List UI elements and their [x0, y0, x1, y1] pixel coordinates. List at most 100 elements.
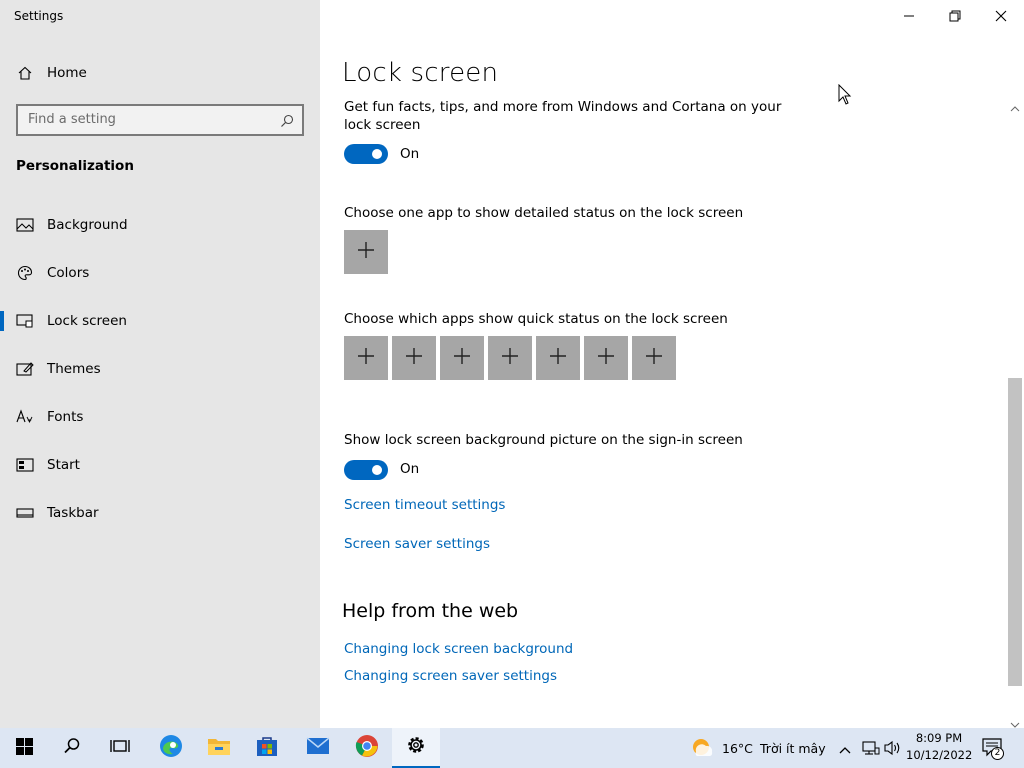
- action-center-button[interactable]: 2: [982, 738, 1004, 760]
- store-icon: [256, 735, 278, 761]
- plus-icon: [645, 347, 663, 369]
- close-icon: [995, 7, 1007, 26]
- fun-facts-toggle-state: On: [400, 146, 420, 162]
- home-icon: [16, 64, 34, 82]
- settings-app-button[interactable]: [392, 728, 440, 768]
- search-icon: [280, 113, 294, 127]
- sidebar-item-lock-screen[interactable]: Lock screen: [0, 301, 320, 341]
- plus-icon: [357, 241, 375, 263]
- quick-status-app-button[interactable]: [584, 336, 628, 380]
- mail-app-button[interactable]: [294, 728, 342, 768]
- edge-icon: [159, 734, 183, 762]
- start-icon: [16, 456, 34, 474]
- plus-icon: [501, 347, 519, 369]
- plus-icon: [357, 347, 375, 369]
- task-view-button[interactable]: [96, 728, 144, 768]
- themes-icon: [16, 360, 34, 378]
- close-button[interactable]: [978, 0, 1024, 32]
- quick-status-app-button[interactable]: [392, 336, 436, 380]
- taskbar: 16°C Trời ít mây 8:09 PM 10/12/2022 2: [0, 728, 1024, 768]
- fun-facts-toggle[interactable]: [344, 144, 388, 164]
- sidebar: Settings Home Find a setting Personaliza…: [0, 0, 320, 728]
- sidebar-item-label: Start: [47, 457, 80, 473]
- minimize-icon: [903, 7, 915, 26]
- file-explorer-icon: [207, 736, 231, 760]
- fun-facts-label: Get fun facts, tips, and more from Windo…: [344, 99, 782, 133]
- show-hidden-icons-icon[interactable]: [838, 741, 852, 760]
- signin-picture-label: Show lock screen background picture on t…: [344, 432, 743, 448]
- plus-icon: [597, 347, 615, 369]
- plus-icon: [453, 347, 471, 369]
- chrome-icon: [355, 734, 379, 762]
- system-clock[interactable]: 8:09 PM 10/12/2022: [906, 730, 972, 764]
- screen-timeout-link[interactable]: Screen timeout settings: [344, 497, 505, 513]
- quick-status-app-button[interactable]: [440, 336, 484, 380]
- sidebar-item-fonts[interactable]: Fonts: [0, 397, 320, 437]
- plus-icon: [405, 347, 423, 369]
- quick-status-app-button[interactable]: [632, 336, 676, 380]
- sidebar-item-label: Taskbar: [47, 505, 99, 521]
- restore-icon: [949, 7, 961, 26]
- settings-gear-icon: [405, 734, 427, 760]
- start-button[interactable]: [0, 728, 48, 768]
- scrollbar-thumb[interactable]: [1008, 378, 1022, 686]
- mouse-cursor-icon: [838, 83, 852, 110]
- app-title: Settings: [14, 9, 64, 23]
- sidebar-item-colors[interactable]: Colors: [0, 253, 320, 293]
- help-link-screen-saver[interactable]: Changing screen saver settings: [344, 668, 557, 684]
- sidebar-item-label: Fonts: [47, 409, 84, 425]
- scroll-up-icon: [1010, 98, 1020, 117]
- sidebar-item-label: Background: [47, 217, 128, 233]
- chrome-app-button[interactable]: [343, 728, 391, 768]
- help-title: Help from the web: [342, 600, 519, 622]
- signin-picture-toggle-state: On: [400, 461, 420, 477]
- sidebar-item-label: Colors: [47, 265, 90, 281]
- volume-icon[interactable]: [884, 740, 902, 760]
- sidebar-item-label: Home: [47, 65, 87, 81]
- help-link-lock-screen-background[interactable]: Changing lock screen background: [344, 641, 573, 657]
- search-input[interactable]: Find a setting: [16, 104, 304, 136]
- palette-icon: [16, 264, 34, 282]
- sidebar-item-themes[interactable]: Themes: [0, 349, 320, 389]
- search-placeholder: Find a setting: [28, 112, 116, 127]
- sidebar-item-start[interactable]: Start: [0, 445, 320, 485]
- quick-status-label: Choose which apps show quick status on t…: [344, 311, 728, 327]
- sidebar-item-label: Lock screen: [47, 313, 127, 329]
- network-icon[interactable]: [862, 740, 880, 760]
- store-app-button[interactable]: [243, 728, 291, 768]
- page-title: Lock screen: [342, 58, 499, 88]
- weather-description[interactable]: Trời ít mây: [760, 741, 826, 756]
- minimize-button[interactable]: [886, 0, 932, 32]
- section-title: Personalization: [16, 158, 134, 174]
- weather-icon[interactable]: [690, 736, 714, 764]
- picture-icon: [16, 216, 34, 234]
- plus-icon: [549, 347, 567, 369]
- file-explorer-app-button[interactable]: [195, 728, 243, 768]
- task-view-icon: [110, 738, 130, 758]
- sidebar-item-background[interactable]: Background: [0, 205, 320, 245]
- taskbar-search-button[interactable]: [48, 728, 96, 768]
- search-icon: [63, 737, 81, 759]
- quick-status-app-button[interactable]: [344, 336, 388, 380]
- screen-saver-link[interactable]: Screen saver settings: [344, 536, 490, 552]
- signin-picture-toggle[interactable]: [344, 460, 388, 480]
- windows-logo-icon: [15, 737, 33, 759]
- fonts-icon: [16, 408, 34, 426]
- clock-time: 8:09 PM: [915, 731, 963, 745]
- taskbar-icon: [16, 504, 34, 522]
- lock-screen-icon: [16, 312, 34, 330]
- sidebar-item-taskbar[interactable]: Taskbar: [0, 493, 320, 533]
- quick-status-app-button[interactable]: [488, 336, 532, 380]
- detailed-status-app-button[interactable]: [344, 230, 388, 274]
- settings-window: Settings Home Find a setting Personaliza…: [0, 0, 1024, 728]
- notification-badge: 2: [991, 747, 1004, 760]
- mail-icon: [306, 737, 330, 759]
- edge-app-button[interactable]: [147, 728, 195, 768]
- restore-button[interactable]: [932, 0, 978, 32]
- quick-status-app-button[interactable]: [536, 336, 580, 380]
- clock-date: 10/12/2022: [906, 748, 973, 762]
- sidebar-item-label: Themes: [47, 361, 101, 377]
- detailed-status-label: Choose one app to show detailed status o…: [344, 205, 744, 221]
- weather-temperature[interactable]: 16°C: [722, 741, 753, 756]
- sidebar-item-home[interactable]: Home: [0, 53, 320, 93]
